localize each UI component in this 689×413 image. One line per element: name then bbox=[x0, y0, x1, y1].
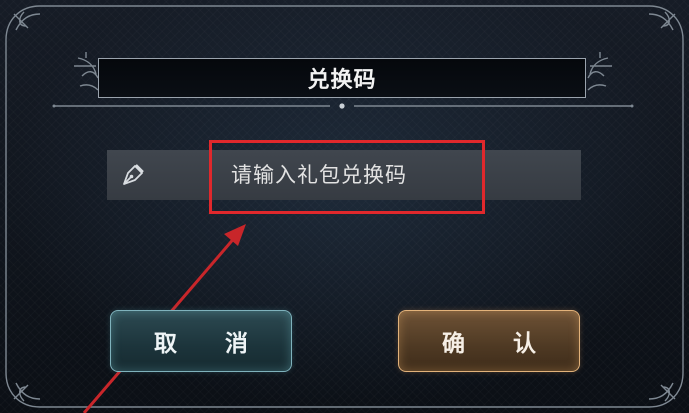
cancel-button-label: 取 消 bbox=[153, 331, 268, 357]
dialog-title: 兑换码 bbox=[307, 68, 377, 93]
redeem-code-dialog: 兑换码 取 消 确 认 bbox=[0, 0, 689, 413]
cancel-button[interactable]: 取 消 bbox=[110, 310, 292, 372]
dialog-title-bar: 兑换码 bbox=[98, 58, 586, 98]
confirm-button[interactable]: 确 认 bbox=[398, 310, 580, 372]
redeem-code-field-row bbox=[107, 150, 581, 200]
confirm-button-label: 确 认 bbox=[441, 331, 556, 357]
pen-nib-icon bbox=[123, 164, 144, 185]
redeem-code-input[interactable] bbox=[203, 150, 573, 200]
